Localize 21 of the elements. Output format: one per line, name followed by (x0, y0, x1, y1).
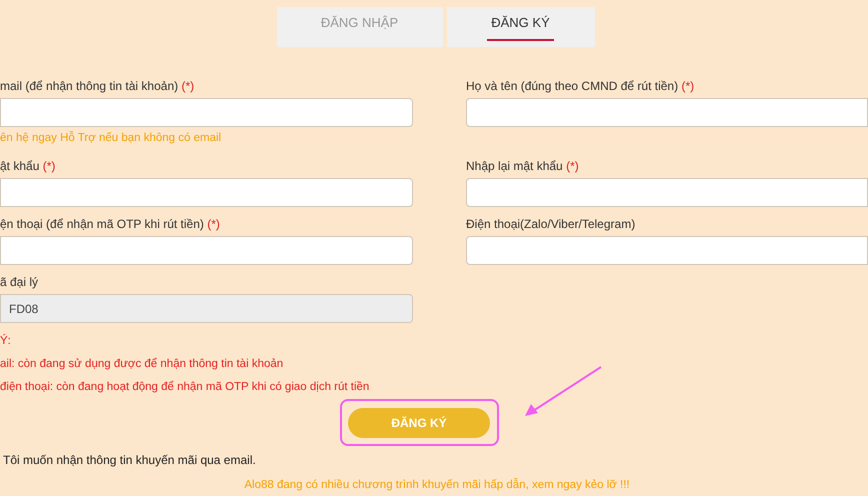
input-field[interactable] (466, 98, 868, 127)
field-label: Điện thoại(Zalo/Viber/Telegram) (466, 216, 636, 232)
input-field[interactable] (0, 98, 413, 127)
opt-in-text: Tôi muốn nhận thông tin khuyến mãi qua email. (3, 453, 256, 467)
note-text: ail: còn đang sử dụng được để nhận thông tin tài khoản (0, 358, 284, 371)
field-label: mail (để nhận thông tin tài khoản) (*) (0, 78, 194, 94)
field-label: Nhập lại mật khẩu (*) (466, 158, 579, 174)
input-field[interactable] (0, 236, 413, 265)
promo-text: Alo88 đang có nhiều chương trình khuyến mãi hấp dẫn, xem ngay kẻo lỡ !!! (243, 477, 630, 493)
input-field[interactable] (466, 236, 868, 265)
field-label: ã đại lý (0, 274, 38, 290)
field-label: Họ và tên (đúng theo CMND để rút tiền) (*) (466, 78, 694, 94)
hint-text: ên hệ ngay Hỗ Trợ nếu bạn không có email (0, 130, 222, 146)
note-text: Ý: (0, 335, 12, 348)
input-field[interactable] (0, 178, 413, 207)
tab[interactable]: ĐĂNG KÝ (446, 7, 594, 47)
input-field[interactable] (466, 178, 868, 207)
field-label: ật khẩu (*) (0, 158, 56, 174)
note-text: điện thoại: còn đang hoạt động để nhận mã OTP khi có giao dịch rút tiền (0, 381, 370, 394)
arrow-icon (523, 365, 603, 418)
field-label: ện thoại (để nhận mã OTP khi rút tiền) (*) (0, 216, 220, 232)
